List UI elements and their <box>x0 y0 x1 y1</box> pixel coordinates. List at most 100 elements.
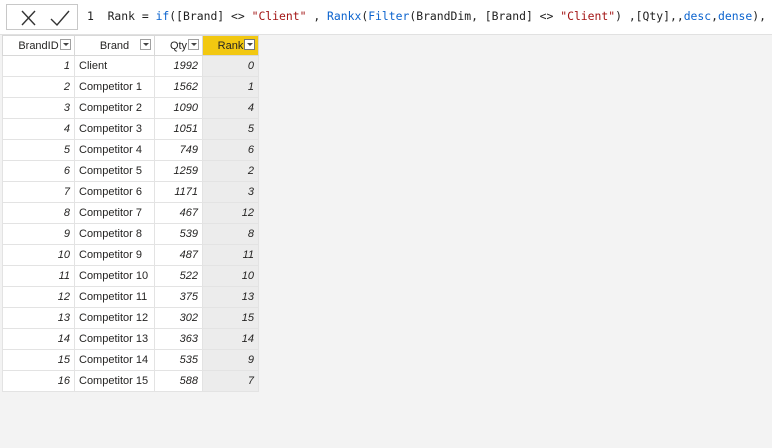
column-header-label: BrandID <box>18 39 59 52</box>
formula-token: ([Brand] <> <box>169 9 252 23</box>
cell-brandid[interactable]: 14 <box>2 328 75 350</box>
table-row[interactable]: 5 Competitor 4 749 6 <box>2 139 259 161</box>
cell-qty[interactable]: 1562 <box>154 76 203 98</box>
cell-qty[interactable]: 487 <box>154 244 203 266</box>
checkmark-icon <box>50 10 70 27</box>
cell-brand[interactable]: Competitor 6 <box>74 181 155 203</box>
cell-brand[interactable]: Competitor 4 <box>74 139 155 161</box>
table-row[interactable]: 1 Client 1992 0 <box>2 55 259 77</box>
cell-brand[interactable]: Client <box>74 55 155 77</box>
table-row[interactable]: 8 Competitor 7 467 12 <box>2 202 259 224</box>
cell-brandid[interactable]: 13 <box>2 307 75 329</box>
formula-input[interactable]: 1 Rank = if([Brand] <> "Client" , Rankx (… <box>87 9 772 23</box>
table-row[interactable]: 13 Competitor 12 302 15 <box>2 307 259 329</box>
cell-brand[interactable]: Competitor 11 <box>74 286 155 308</box>
cell-brand[interactable]: Competitor 2 <box>74 97 155 119</box>
cell-rank[interactable]: 7 <box>202 370 259 392</box>
cell-qty[interactable]: 375 <box>154 286 203 308</box>
column-header-brandid[interactable]: BrandID <box>2 35 75 56</box>
table-row[interactable]: 10 Competitor 9 487 11 <box>2 244 259 266</box>
cell-brand[interactable]: Competitor 1 <box>74 76 155 98</box>
cell-qty[interactable]: 522 <box>154 265 203 287</box>
cell-brand[interactable]: Competitor 8 <box>74 223 155 245</box>
cell-qty[interactable]: 535 <box>154 349 203 371</box>
filter-dropdown-icon[interactable] <box>60 39 71 50</box>
commit-button[interactable] <box>47 8 73 28</box>
cell-brandid[interactable]: 7 <box>2 181 75 203</box>
cell-rank[interactable]: 5 <box>202 118 259 140</box>
filter-dropdown-icon[interactable] <box>188 39 199 50</box>
cell-brand[interactable]: Competitor 7 <box>74 202 155 224</box>
cell-qty[interactable]: 302 <box>154 307 203 329</box>
cancel-button[interactable] <box>15 8 41 28</box>
cell-rank[interactable]: 2 <box>202 160 259 182</box>
cell-rank[interactable]: 1 <box>202 76 259 98</box>
cell-qty[interactable]: 749 <box>154 139 203 161</box>
table-row[interactable]: 14 Competitor 13 363 14 <box>2 328 259 350</box>
cell-qty[interactable]: 1992 <box>154 55 203 77</box>
cell-brandid[interactable]: 5 <box>2 139 75 161</box>
cell-qty[interactable]: 539 <box>154 223 203 245</box>
cell-rank[interactable]: 10 <box>202 265 259 287</box>
cell-rank[interactable]: 9 <box>202 349 259 371</box>
table-row[interactable]: 6 Competitor 5 1259 2 <box>2 160 259 182</box>
cell-brandid[interactable]: 11 <box>2 265 75 287</box>
close-icon <box>21 10 36 26</box>
formula-token: Rankx <box>327 9 362 23</box>
cell-brandid[interactable]: 9 <box>2 223 75 245</box>
cell-qty[interactable]: 1171 <box>154 181 203 203</box>
cell-qty[interactable]: 588 <box>154 370 203 392</box>
cell-brandid[interactable]: 6 <box>2 160 75 182</box>
cell-brand[interactable]: Competitor 12 <box>74 307 155 329</box>
formula-token: (BrandDim, [Brand] <> <box>409 9 561 23</box>
table-row[interactable]: 9 Competitor 8 539 8 <box>2 223 259 245</box>
cell-qty[interactable]: 363 <box>154 328 203 350</box>
cell-rank[interactable]: 14 <box>202 328 259 350</box>
cell-brand[interactable]: Competitor 14 <box>74 349 155 371</box>
filter-dropdown-icon[interactable] <box>140 39 151 50</box>
table-row[interactable]: 12 Competitor 11 375 13 <box>2 286 259 308</box>
cell-brandid[interactable]: 2 <box>2 76 75 98</box>
cell-qty[interactable]: 1051 <box>154 118 203 140</box>
cell-brandid[interactable]: 12 <box>2 286 75 308</box>
formula-token: ), <box>752 9 772 23</box>
formula-token: , <box>711 9 718 23</box>
cell-brandid[interactable]: 1 <box>2 55 75 77</box>
table-row[interactable]: 15 Competitor 14 535 9 <box>2 349 259 371</box>
column-header-rank[interactable]: Rank <box>202 35 259 56</box>
table-row[interactable]: 4 Competitor 3 1051 5 <box>2 118 259 140</box>
cell-brandid[interactable]: 3 <box>2 97 75 119</box>
cell-brand[interactable]: Competitor 9 <box>74 244 155 266</box>
cell-brand[interactable]: Competitor 15 <box>74 370 155 392</box>
cell-rank[interactable]: 3 <box>202 181 259 203</box>
filter-dropdown-icon[interactable] <box>244 39 255 50</box>
cell-brand[interactable]: Competitor 5 <box>74 160 155 182</box>
cell-rank[interactable]: 11 <box>202 244 259 266</box>
cell-brandid[interactable]: 15 <box>2 349 75 371</box>
cell-brand[interactable]: Competitor 10 <box>74 265 155 287</box>
cell-brandid[interactable]: 10 <box>2 244 75 266</box>
cell-rank[interactable]: 12 <box>202 202 259 224</box>
cell-rank[interactable]: 13 <box>202 286 259 308</box>
cell-brand[interactable]: Competitor 3 <box>74 118 155 140</box>
cell-qty[interactable]: 467 <box>154 202 203 224</box>
cell-rank[interactable]: 15 <box>202 307 259 329</box>
table-row[interactable]: 3 Competitor 2 1090 4 <box>2 97 259 119</box>
cell-brandid[interactable]: 16 <box>2 370 75 392</box>
table-row[interactable]: 16 Competitor 15 588 7 <box>2 370 259 392</box>
table-row[interactable]: 7 Competitor 6 1171 3 <box>2 181 259 203</box>
table-row[interactable]: 11 Competitor 10 522 10 <box>2 265 259 287</box>
cell-brandid[interactable]: 8 <box>2 202 75 224</box>
cell-rank[interactable]: 6 <box>202 139 259 161</box>
column-header-qty[interactable]: Qty <box>154 35 203 56</box>
cell-qty[interactable]: 1090 <box>154 97 203 119</box>
cell-brandid[interactable]: 4 <box>2 118 75 140</box>
column-header-brand[interactable]: Brand <box>74 35 155 56</box>
cell-rank[interactable]: 8 <box>202 223 259 245</box>
cell-qty[interactable]: 1259 <box>154 160 203 182</box>
cell-rank[interactable]: 0 <box>202 55 259 77</box>
cell-brand[interactable]: Competitor 13 <box>74 328 155 350</box>
table-row[interactable]: 2 Competitor 1 1562 1 <box>2 76 259 98</box>
cell-rank[interactable]: 4 <box>202 97 259 119</box>
column-header-label: Rank <box>217 39 244 52</box>
